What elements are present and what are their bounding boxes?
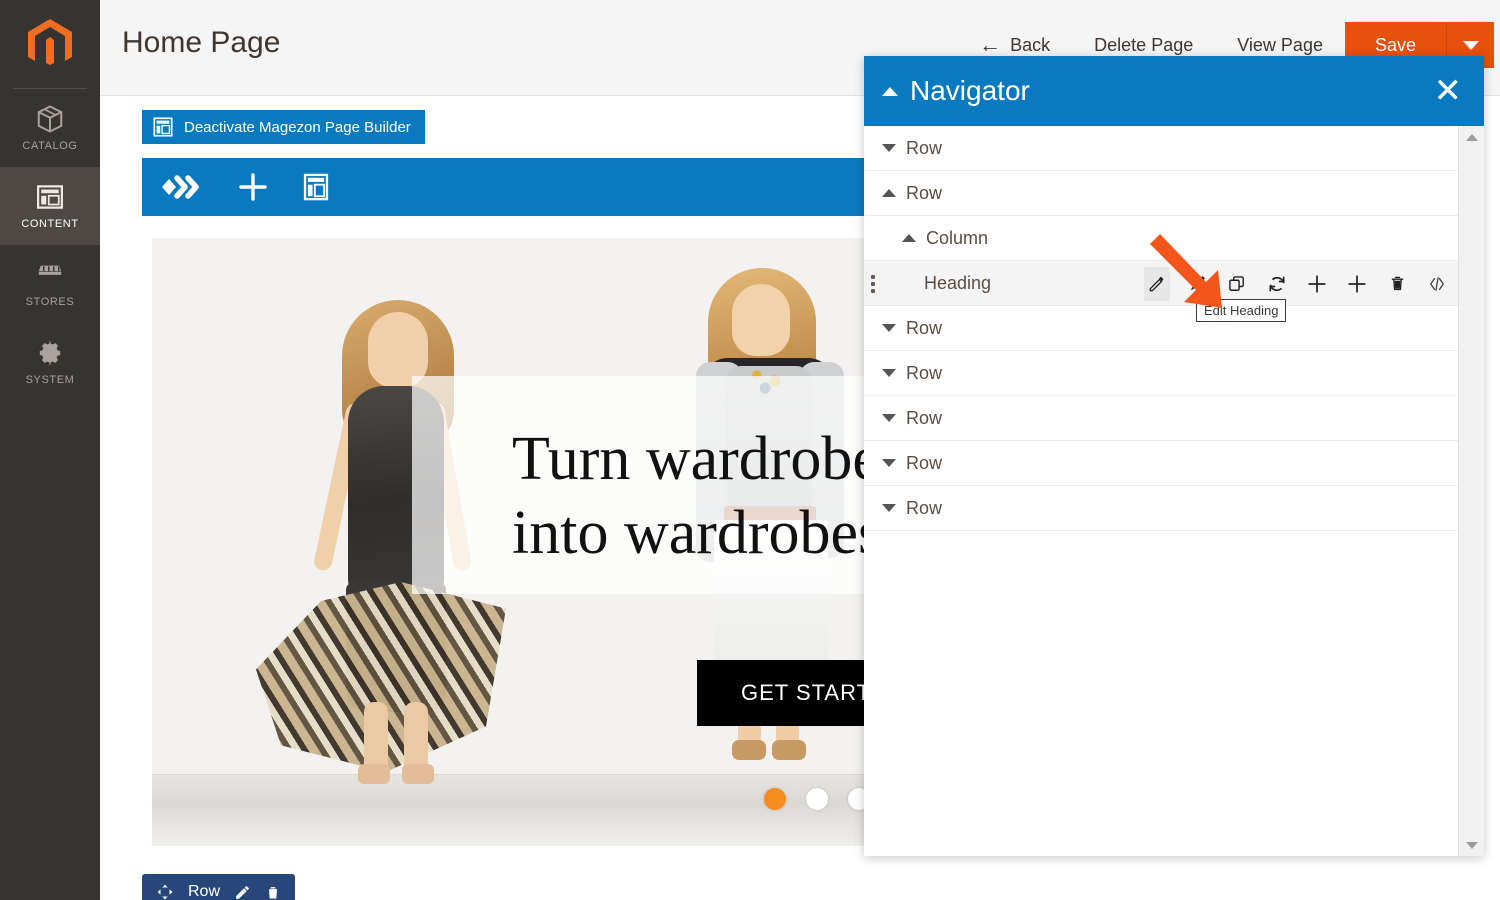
add-element-icon[interactable] (238, 172, 268, 202)
tree-row-label: Column (926, 227, 989, 248)
chevron-down-icon[interactable] (882, 504, 896, 512)
tree-row-label: Row (906, 407, 943, 428)
sidebar-item-label: CATALOG (22, 140, 78, 152)
trash-icon[interactable] (1384, 267, 1410, 301)
navigator-scrollbar[interactable] (1458, 126, 1484, 856)
tree-row[interactable]: Row (864, 351, 1458, 396)
magento-logo-icon (28, 19, 72, 65)
layout-icon (37, 185, 63, 209)
chevron-up-icon[interactable] (902, 234, 916, 242)
hero-heading-line-1: Turn wardrobe (512, 425, 880, 493)
tree-row[interactable]: Row (864, 171, 1458, 216)
caret-up-icon[interactable] (882, 86, 898, 96)
view-page-button[interactable]: View Page (1215, 35, 1345, 56)
sync-icon[interactable] (1264, 267, 1290, 301)
drag-handle-icon[interactable] (871, 275, 876, 296)
add-after-icon[interactable] (1344, 267, 1370, 301)
carousel-dot-2[interactable] (806, 788, 828, 810)
duplicate-icon[interactable] (1224, 267, 1250, 301)
magento-logo[interactable] (0, 0, 100, 88)
tree-row-heading[interactable]: Heading (864, 261, 1458, 306)
chevron-down-icon[interactable] (882, 324, 896, 332)
hero-heading-line-2: into wardrobes (512, 499, 883, 568)
close-icon[interactable]: ✕ (1434, 74, 1463, 108)
tree-row[interactable]: Row (864, 396, 1458, 441)
tree-row-column[interactable]: Column (864, 216, 1458, 261)
sidebar-item-content[interactable]: CONTENT (0, 167, 100, 245)
carousel-dot-1[interactable] (764, 788, 786, 810)
navigator-title: Navigator (910, 75, 1030, 106)
navigator-panel: Navigator ✕ Row Row Column Heading Row R… (864, 56, 1484, 856)
chevron-down-icon[interactable] (882, 144, 896, 152)
admin-sidebar: CATALOG CONTENT STORES SYSTEM (0, 0, 100, 900)
chevron-down-icon[interactable] (882, 369, 896, 377)
trash-icon[interactable] (265, 884, 281, 900)
style-brush-icon[interactable] (1184, 267, 1210, 301)
tree-row[interactable]: Row (864, 441, 1458, 486)
gear-icon (39, 340, 61, 366)
layout-icon (153, 117, 173, 137)
delete-page-button[interactable]: Delete Page (1072, 35, 1215, 56)
sidebar-item-system[interactable]: SYSTEM (0, 323, 100, 401)
box-icon (37, 105, 63, 133)
tree-row-label: Row (906, 362, 943, 383)
caret-down-icon (1462, 40, 1479, 50)
layout-icon[interactable] (302, 172, 330, 202)
move-icon[interactable] (156, 883, 174, 900)
row-badge-label: Row (188, 883, 221, 900)
storefront-icon (38, 265, 62, 275)
sidebar-item-label: STORES (25, 296, 75, 308)
deactivate-label: Deactivate Magezon Page Builder (184, 118, 411, 136)
chevron-up-icon[interactable] (882, 189, 896, 197)
navigator-header: Navigator ✕ (864, 56, 1484, 126)
chevron-down-icon[interactable] (882, 459, 896, 467)
tree-row-toolbar (1144, 261, 1450, 306)
tree-row-label: Row (906, 137, 943, 158)
deactivate-page-builder-button[interactable]: Deactivate Magezon Page Builder (142, 110, 425, 144)
row-element-badge[interactable]: Row (142, 874, 296, 900)
tree-row[interactable]: Row (864, 306, 1458, 351)
tree-row-label: Heading (924, 272, 992, 293)
scroll-up-icon[interactable] (1459, 128, 1485, 146)
tree-row-label: Row (906, 452, 943, 473)
sidebar-item-stores[interactable]: STORES (0, 245, 100, 323)
code-icon[interactable] (1424, 267, 1450, 301)
edit-pencil-icon[interactable] (1144, 266, 1170, 301)
tree-row[interactable]: Row (864, 486, 1458, 531)
back-button[interactable]: ← Back (967, 34, 1072, 56)
sidebar-item-catalog[interactable]: CATALOG (0, 89, 100, 167)
edit-icon[interactable] (234, 884, 251, 900)
carousel-dots (764, 788, 870, 810)
tree-row[interactable]: Row (864, 126, 1458, 171)
tree-row-label: Row (906, 497, 943, 518)
tree-row-label: Row (906, 317, 943, 338)
page-title: Home Page (122, 26, 281, 59)
navigator-tree: Row Row Column Heading Row Row Row Row R… (864, 126, 1458, 856)
tree-row-label: Row (906, 182, 943, 203)
sidebar-item-label: SYSTEM (25, 374, 75, 386)
tooltip-edit-heading: Edit Heading (1196, 299, 1287, 322)
sidebar-item-label: CONTENT (21, 218, 79, 230)
back-label: Back (1010, 34, 1051, 55)
scroll-down-icon[interactable] (1459, 836, 1485, 854)
arrow-left-icon: ← (979, 32, 1002, 57)
add-icon[interactable] (1304, 267, 1330, 301)
chevron-down-icon[interactable] (882, 414, 896, 422)
hero-heading[interactable]: Turn wardrobe into wardrobes (512, 422, 882, 571)
magezon-chevrons-icon[interactable] (160, 170, 204, 204)
navigator-body: Row Row Column Heading Row Row Row Row R… (864, 126, 1484, 856)
